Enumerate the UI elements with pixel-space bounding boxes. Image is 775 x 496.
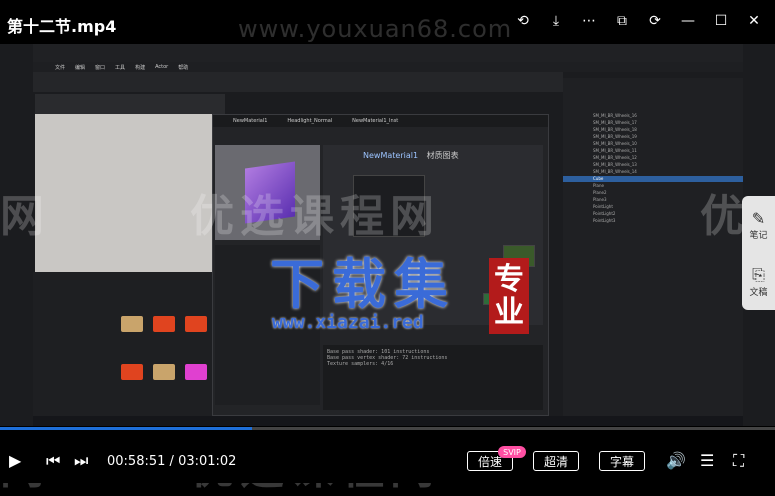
previous-icon[interactable]: ⏮ (46, 451, 60, 471)
outliner-item: SM_MI_BR_Wheels_18 (593, 127, 637, 132)
os-taskbar (33, 416, 743, 426)
folder-icon (185, 316, 207, 332)
transcript-icon: ⎘ (752, 265, 765, 284)
ue-outliner: SM_MI_BR_Wheels_16 SM_MI_BR_Wheels_17 SM… (563, 78, 743, 426)
play-icon[interactable]: ▶ (9, 451, 21, 470)
ue-menu-item: 帮助 (178, 64, 189, 71)
subtitle-button[interactable]: 字幕 (599, 451, 645, 471)
note-icon: ✎ (751, 208, 766, 228)
player-title-bar: 第十二节.mp4 www.youxuan68.com ⟲ ⤓ ⋯ ⧉ ⟳ — ☐… (0, 0, 775, 44)
overlay-logo-stamp: 专 业 (489, 258, 529, 334)
watermark-url: www.youxuan68.com (238, 15, 513, 43)
close-icon[interactable]: ✕ (745, 12, 763, 30)
watermark-text: 网 (0, 191, 50, 242)
ue-menu-item: 工具 (115, 64, 126, 71)
duration: 03:01:02 (178, 454, 237, 469)
file-title: 第十二节.mp4 (7, 17, 117, 36)
stamp-line: 业 (494, 295, 524, 330)
rotate-icon[interactable]: ⟳ (646, 12, 664, 30)
outliner-item: SM_MI_BR_Wheels_11 (593, 148, 637, 153)
volume-icon[interactable]: 🔊 (666, 451, 686, 470)
ue-menu-item: 编辑 (75, 64, 86, 71)
current-time: 00:58:51 (107, 454, 166, 469)
folder-icon (153, 316, 175, 332)
side-tool-transcript[interactable]: ⎘ 文稿 (742, 253, 775, 310)
side-tools: ✎ 笔记 ⎘ 文稿 (742, 196, 775, 310)
outliner-item: SM_MI_BR_Wheels_16 (593, 113, 637, 118)
player-controls: ▶ ⏮ ⏭ 00:58:51 / 03:01:02 倍速 SVIP 超清 字幕 … (0, 430, 775, 483)
material-tab: NewMaterial1 (233, 118, 268, 124)
ue-menu-item: 文件 (55, 64, 66, 71)
outliner-item: SM_MI_BR_Wheels_12 (593, 155, 637, 160)
ue-viewport-header (35, 94, 225, 114)
folder-icon (121, 364, 143, 380)
outliner-item: SM_MI_BR_Wheels_17 (593, 120, 637, 125)
side-tool-label: 文稿 (749, 288, 768, 298)
time-separator: / (169, 454, 174, 469)
ue-menu-item: 窗口 (95, 64, 106, 71)
quality-button[interactable]: 超清 (533, 451, 579, 471)
fullscreen-icon[interactable]: ⛶ (733, 451, 744, 471)
maximize-icon[interactable]: ☐ (712, 12, 730, 30)
overlay-logo-title: 下载集 (270, 253, 456, 316)
ue-content-browser (33, 272, 213, 422)
ue-menu-item: Actor (155, 64, 169, 70)
overlay-logo-url: www.xiazai.red (272, 312, 424, 333)
stamp-line: 专 (494, 262, 524, 297)
minimize-icon[interactable]: — (679, 12, 697, 30)
playlist-icon[interactable]: ☰ (700, 451, 714, 470)
side-tool-notes[interactable]: ✎ 笔记 (742, 196, 775, 253)
share-icon[interactable]: ⟲ (514, 12, 532, 30)
download-icon[interactable]: ⤓ (547, 12, 565, 30)
time-display: 00:58:51 / 03:01:02 (107, 454, 236, 469)
ue-toolbar (33, 72, 563, 92)
material-tab: Headlight_Normal (287, 118, 333, 124)
outliner-item: SM_MI_BR_Wheels_13 (593, 162, 637, 167)
graph-subtitle: 材质图表 (426, 151, 459, 160)
side-tool-label: 笔记 (749, 230, 768, 241)
pip-icon[interactable]: ⧉ (613, 12, 631, 30)
svip-badge: SVIP (498, 446, 526, 458)
graph-title: NewMaterial1 (363, 151, 419, 160)
folder-icon (185, 364, 207, 380)
watermark-text: 优选课程网 (190, 191, 440, 242)
ue-titlebar (33, 44, 743, 62)
next-icon[interactable]: ⏭ (74, 451, 88, 471)
folder-icon (121, 316, 143, 332)
stats-line: Texture samplers: 4/16 (327, 361, 394, 367)
material-tab: NewMaterial1_Inst (352, 118, 399, 124)
more-icon[interactable]: ⋯ (580, 12, 598, 30)
outliner-item: SM_MI_BR_Wheels_14 (593, 169, 637, 174)
ue-menu-item: 构建 (135, 64, 146, 71)
ue-menu: 文件 编辑 窗口 工具 构建 Actor 帮助 (33, 62, 743, 72)
outliner-item: SM_MI_BR_Wheels_19 (593, 134, 637, 139)
outliner-item: SM_MI_BR_Wheels_10 (593, 141, 637, 146)
folder-icon (153, 364, 175, 380)
material-stats: Base pass shader: 101 instructions Base … (323, 345, 543, 410)
